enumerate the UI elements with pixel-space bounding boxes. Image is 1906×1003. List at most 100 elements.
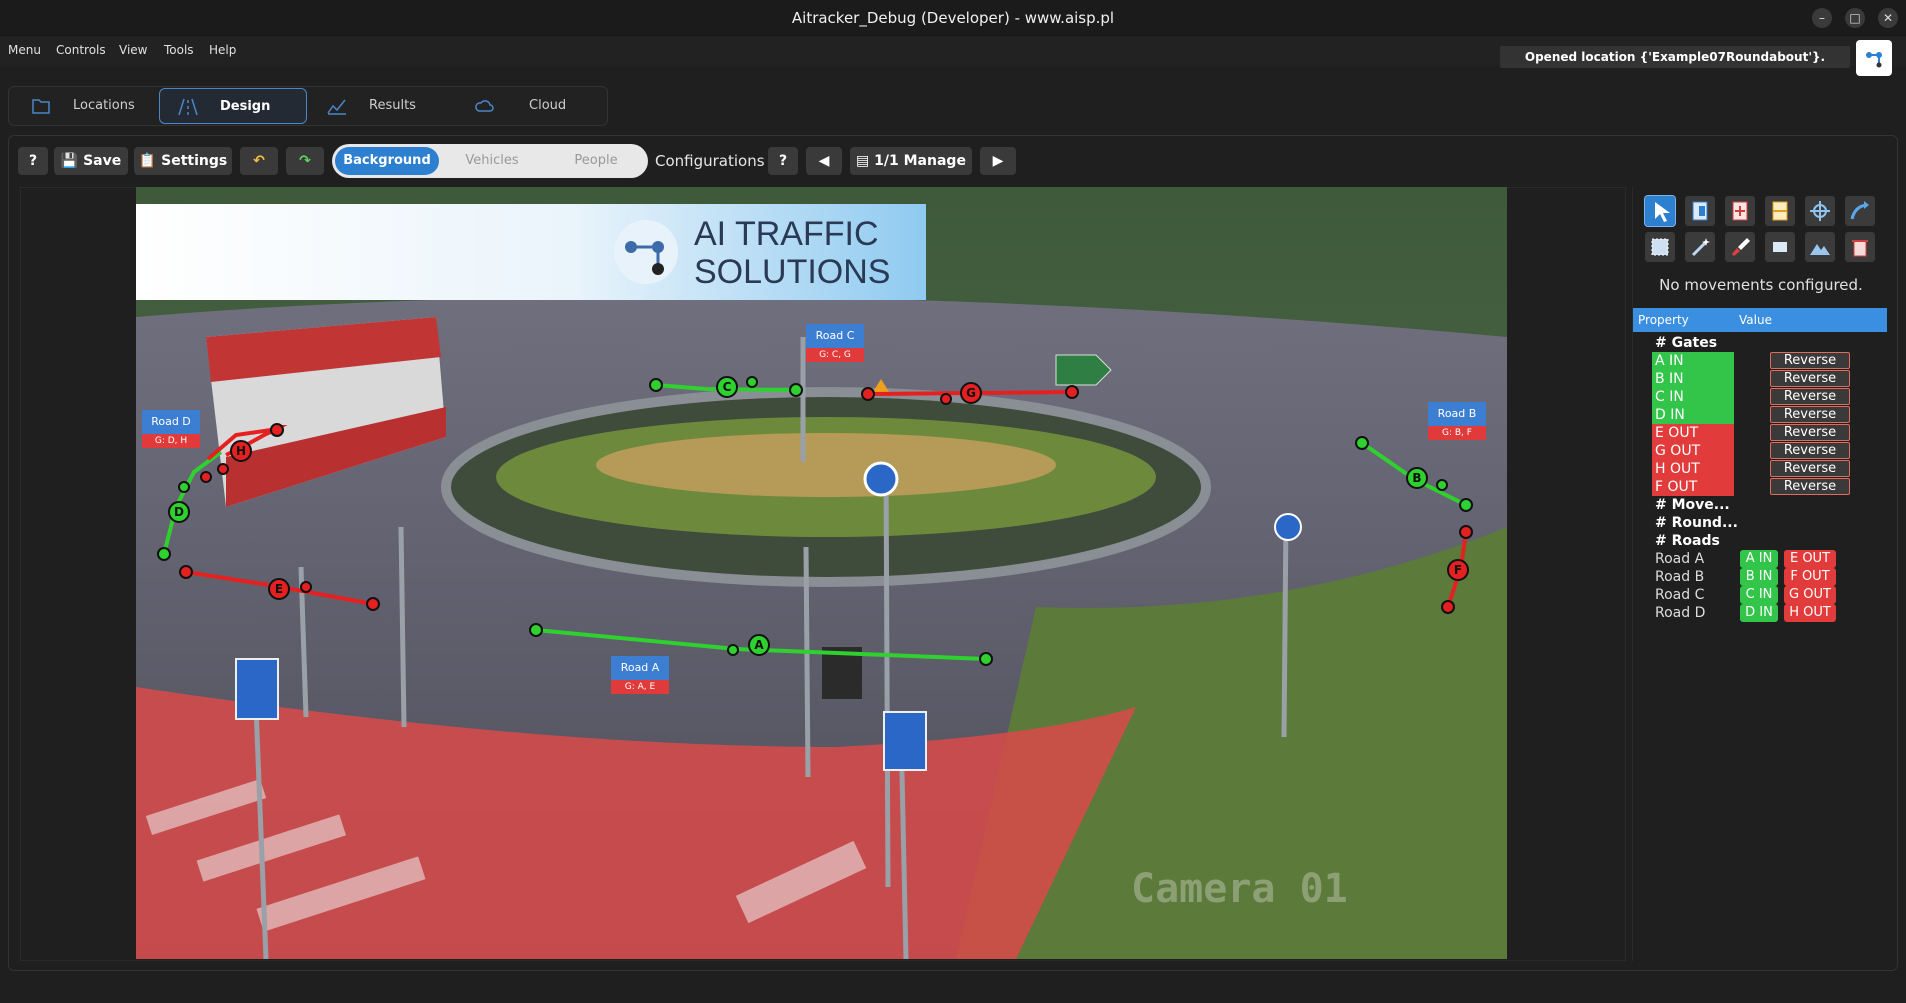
reverse-button-f[interactable]: Reverse [1770, 478, 1850, 495]
road-c-out-chip[interactable]: G OUT [1784, 586, 1836, 604]
value-column-header: Value [1739, 313, 1772, 327]
road-a-name: Road A [611, 656, 669, 680]
region-tool-icon[interactable] [1645, 232, 1675, 262]
folder-icon [32, 99, 50, 114]
zone-tool-icon[interactable] [1765, 196, 1795, 226]
gate-row-e-out[interactable]: E OUT [1652, 424, 1734, 442]
gates-section-header[interactable]: # Gates [1655, 334, 1717, 352]
prev-config-button[interactable]: ◀ [806, 147, 842, 175]
next-config-button[interactable]: ▶ [980, 147, 1016, 175]
no-movements-message: No movements configured. [1659, 276, 1863, 294]
road-row-a[interactable]: Road A [1655, 550, 1704, 568]
menu-tools[interactable]: Tools [164, 43, 194, 57]
road-a-gates: G: A, E [611, 680, 669, 694]
config-help-button[interactable]: ? [768, 147, 798, 175]
minimize-icon[interactable]: – [1812, 8, 1832, 28]
reverse-button-b[interactable]: Reverse [1770, 370, 1850, 387]
roundabout-scene: AI TRAFFIC SOLUTIONS Camera 01 A B C D E… [136, 187, 1507, 959]
reverse-button-e[interactable]: Reverse [1770, 424, 1850, 441]
gate-c-label: C [723, 380, 732, 394]
gate-row-a-in[interactable]: A IN [1652, 352, 1734, 370]
road-b-in-chip[interactable]: B IN [1740, 568, 1778, 586]
maximize-icon[interactable]: □ [1845, 8, 1865, 28]
segment-background[interactable]: Background [335, 147, 439, 175]
redo-button[interactable]: ↷ [286, 147, 324, 175]
road-c-in-chip[interactable]: C IN [1740, 586, 1778, 604]
add-road-tool-icon[interactable] [1725, 196, 1755, 226]
road-d-gates: G: D, H [142, 434, 200, 448]
road-c-label[interactable]: Road C G: C, G [806, 324, 864, 362]
undo-icon: ↶ [253, 153, 265, 169]
camera-view[interactable]: AI TRAFFIC SOLUTIONS Camera 01 A B C D E… [136, 187, 1507, 959]
reverse-button-a[interactable]: Reverse [1770, 352, 1850, 369]
road-row-b[interactable]: Road B [1655, 568, 1704, 586]
roundabout-section-header[interactable]: # Round... [1655, 514, 1738, 532]
segment-vehicles[interactable]: Vehicles [442, 147, 542, 175]
gate-f-label: F [1454, 563, 1462, 577]
road-c-name: Road C [806, 324, 864, 348]
road-a-out-chip[interactable]: E OUT [1784, 550, 1836, 568]
road-row-d[interactable]: Road D [1655, 604, 1705, 622]
tab-design[interactable]: Design [159, 88, 307, 124]
terrain-tool-icon[interactable] [1805, 232, 1835, 262]
road-b-label[interactable]: Road B G: B, F [1428, 402, 1486, 440]
tab-design-label: Design [220, 99, 271, 114]
close-icon[interactable]: ✕ [1878, 8, 1898, 28]
property-table-header: Property Value [1633, 308, 1887, 332]
road-d-label[interactable]: Road D G: D, H [142, 410, 200, 448]
road-a-in-chip[interactable]: A IN [1740, 550, 1778, 568]
undo-button[interactable]: ↶ [240, 147, 278, 175]
help-button[interactable]: ? [18, 147, 48, 175]
road-b-name: Road B [1428, 402, 1486, 426]
gate-row-d-in[interactable]: D IN [1652, 406, 1734, 424]
delete-tool-icon[interactable] [1845, 232, 1875, 262]
menu-view[interactable]: View [119, 43, 147, 57]
roads-section-header[interactable]: # Roads [1655, 532, 1720, 550]
road-row-c[interactable]: Road C [1655, 586, 1704, 604]
network-icon [1866, 52, 1882, 68]
segment-people[interactable]: People [546, 147, 646, 175]
road-d-in-chip[interactable]: D IN [1740, 604, 1778, 622]
movement-tool-icon[interactable] [1845, 196, 1875, 226]
tab-cloud[interactable]: Cloud [459, 88, 607, 124]
road-d-out-chip[interactable]: H OUT [1784, 604, 1836, 622]
tab-locations-label: Locations [73, 98, 135, 113]
reverse-button-c[interactable]: Reverse [1770, 388, 1850, 405]
menu-controls[interactable]: Controls [56, 43, 106, 57]
save-label: Save [83, 153, 122, 169]
arrow-left-icon: ◀ [818, 153, 830, 169]
tab-results[interactable]: Results [309, 88, 459, 124]
magic-wand-icon[interactable] [1685, 232, 1715, 262]
reverse-button-h[interactable]: Reverse [1770, 460, 1850, 477]
gate-row-c-in[interactable]: C IN [1652, 388, 1734, 406]
movements-section-header[interactable]: # Move... [1655, 496, 1730, 514]
gate-row-b-in[interactable]: B IN [1652, 370, 1734, 388]
manage-config-button[interactable]: ▤ 1/1 Manage [850, 147, 972, 175]
tab-locations[interactable]: Locations [13, 88, 163, 124]
point-tool-icon[interactable] [1805, 196, 1835, 226]
gate-g-label: G [966, 386, 976, 400]
gate-row-g-out[interactable]: G OUT [1652, 442, 1734, 460]
add-gate-tool-icon[interactable] [1685, 196, 1715, 226]
menu-menu[interactable]: Menu [8, 43, 41, 57]
gate-row-h-out[interactable]: H OUT [1652, 460, 1734, 478]
road-d-name: Road D [142, 410, 200, 434]
camera-watermark: Camera 01 [1131, 866, 1348, 912]
mask-tool-icon[interactable] [1765, 232, 1795, 262]
settings-button[interactable]: 📋 Settings [134, 147, 232, 175]
chart-icon [327, 99, 346, 115]
app-logo-button[interactable] [1856, 40, 1892, 76]
save-button[interactable]: 💾 Save [54, 147, 128, 175]
reverse-button-d[interactable]: Reverse [1770, 406, 1850, 423]
road-b-out-chip[interactable]: F OUT [1784, 568, 1836, 586]
road-c-gates: G: C, G [806, 348, 864, 362]
gate-row-f-out[interactable]: F OUT [1652, 478, 1734, 496]
gate-b-label: B [1412, 471, 1421, 485]
gate-h-label: H [236, 444, 246, 458]
menu-help[interactable]: Help [209, 43, 236, 57]
reverse-button-g[interactable]: Reverse [1770, 442, 1850, 459]
road-a-label[interactable]: Road A G: A, E [611, 656, 669, 694]
arrow-right-icon: ▶ [992, 153, 1004, 169]
select-tool-icon[interactable] [1644, 195, 1676, 227]
brush-tool-icon[interactable] [1725, 232, 1755, 262]
